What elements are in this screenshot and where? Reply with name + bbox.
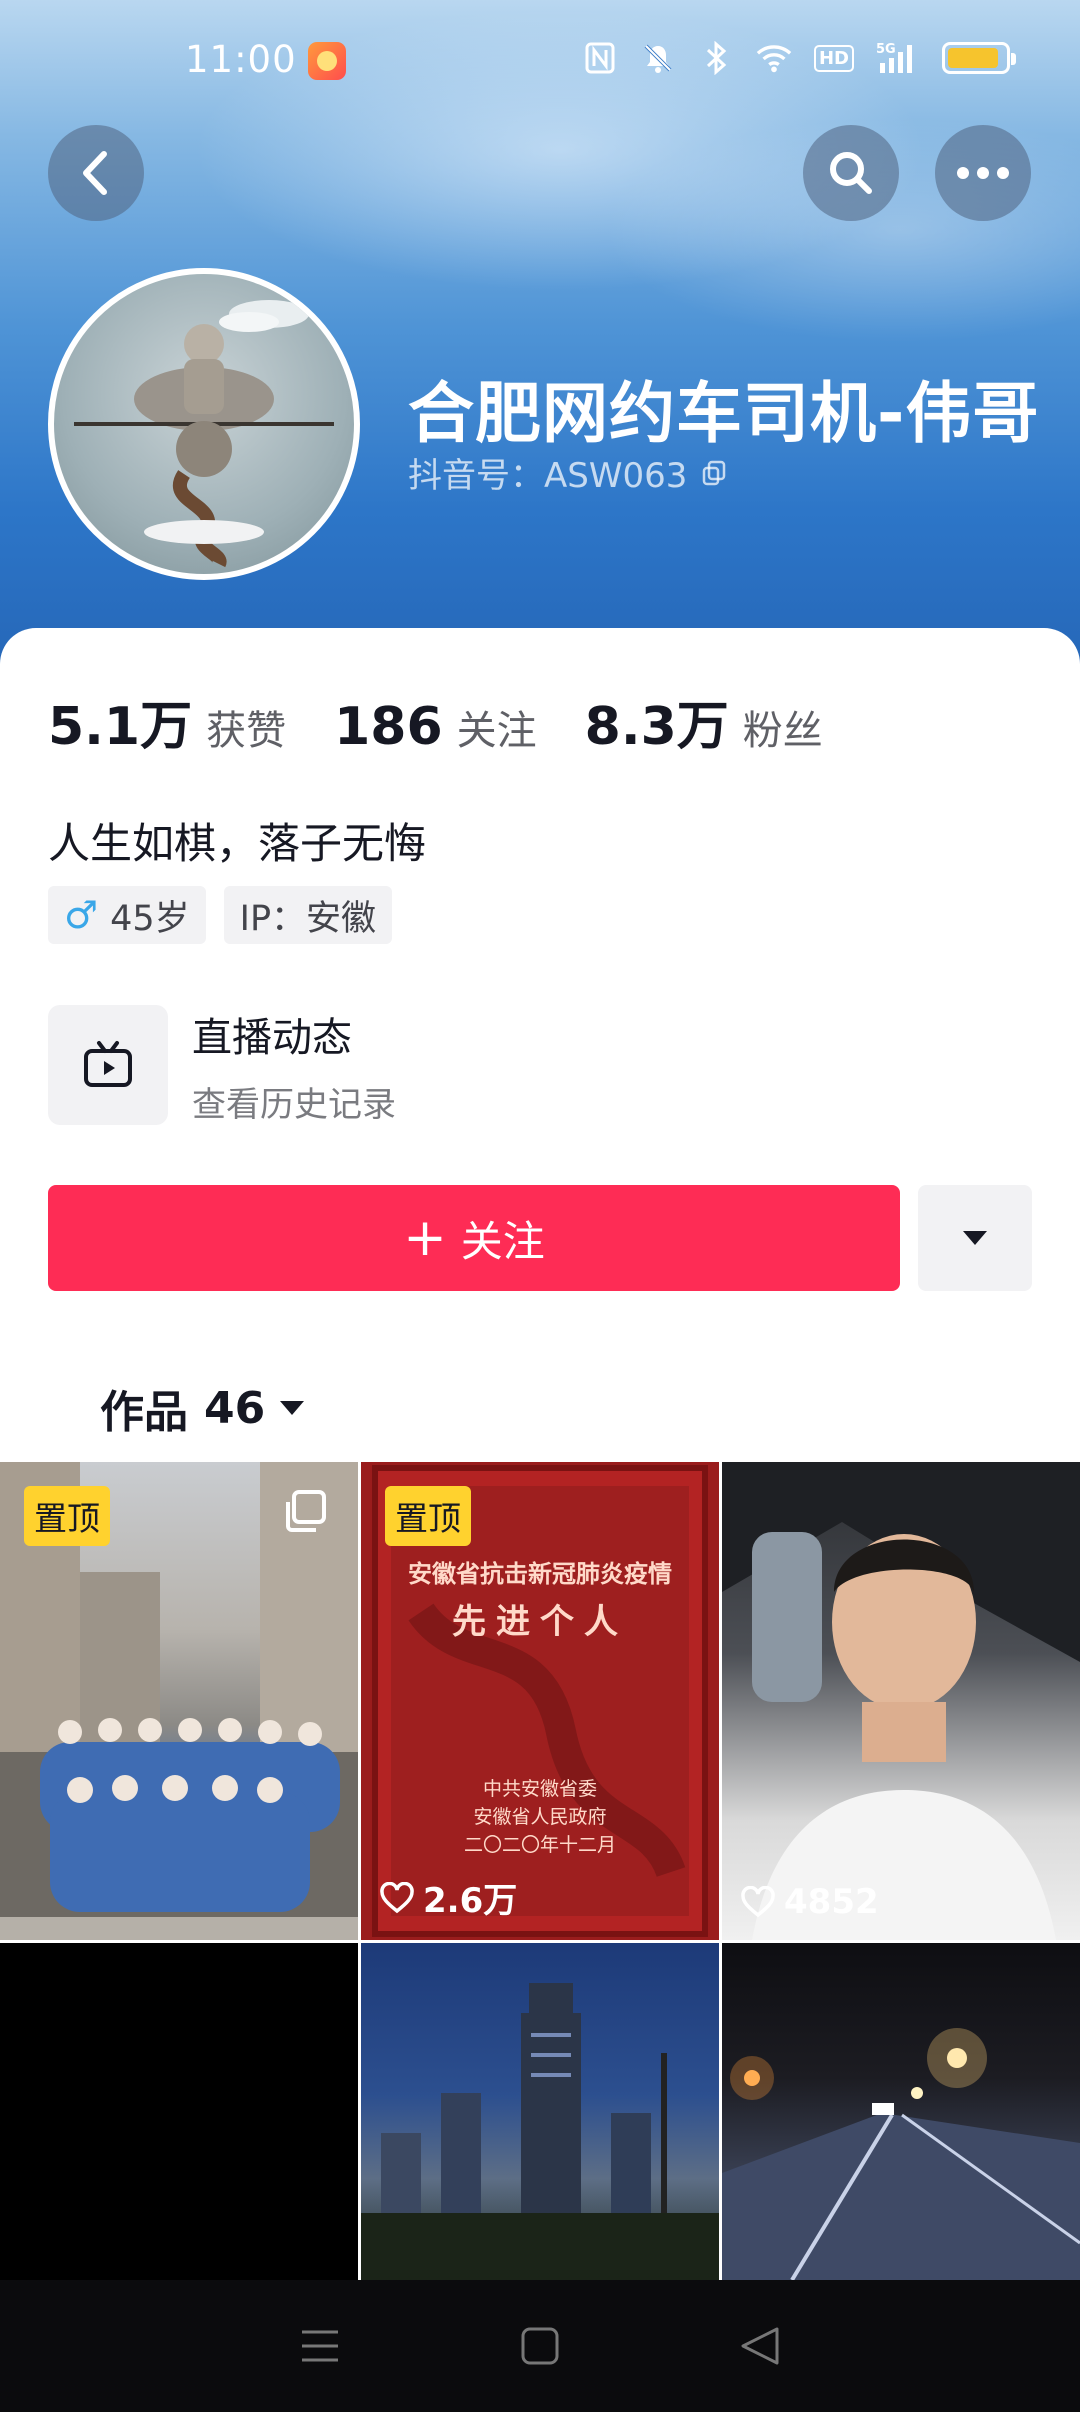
multi-image-icon [286, 1490, 326, 1532]
video-thumbnail[interactable] [0, 1943, 358, 2280]
certificate-subtitle: 先进个人 [452, 1602, 628, 1642]
nfc-icon [582, 40, 618, 76]
follow-label: 关注 [460, 1216, 545, 1266]
ip-text: IP：安徽 [239, 898, 377, 939]
stat-following[interactable]: 186 关注 [334, 697, 537, 757]
pinned-badge: 置顶 [385, 1486, 471, 1546]
system-nav-bar [0, 2280, 1080, 2412]
caret-down-icon [280, 1401, 305, 1415]
live-texts: 直播动态 查看历史记录 [192, 1005, 396, 1126]
more-button[interactable] [935, 125, 1031, 221]
stat-likes-value: 5.1万 [48, 697, 193, 757]
profile-header: 11:00 HD 5G 合肥网约车司机-伟哥 抖音号：ASW063 [0, 0, 1080, 680]
stat-likes-label: 获赞 [206, 708, 287, 754]
hd-icon: HD [813, 44, 854, 72]
certificate-issuer-2: 安徽省人民政府 [473, 1806, 607, 1828]
age-text: 45岁 [110, 898, 190, 939]
certificate-title: 安徽省抗击新冠肺炎疫情 [408, 1560, 672, 1588]
douyin-id[interactable]: 抖音号：ASW063 [408, 448, 727, 497]
search-icon [830, 152, 872, 194]
tv-icon [84, 1041, 132, 1087]
bio-text: 人生如棋，落子无悔 [48, 819, 427, 868]
chevron-left-icon [83, 151, 107, 195]
recommend-dropdown-button[interactable] [918, 1185, 1032, 1291]
live-icon-box [48, 1005, 168, 1125]
certificate-date: 二〇二〇年十二月 [463, 1834, 616, 1856]
copy-icon[interactable] [701, 460, 727, 486]
video-thumbnail[interactable]: 4852 [722, 1462, 1080, 1940]
plus-icon: + [403, 1208, 447, 1268]
live-subtitle: 查看历史记录 [192, 1084, 396, 1125]
video-likes: 4852 [740, 1882, 879, 1922]
mute-icon [640, 40, 676, 76]
more-icon [957, 167, 1009, 179]
video-likes-count: 4852 [784, 1882, 879, 1922]
app-notification-icon [308, 42, 346, 80]
battery-level [948, 48, 999, 68]
status-time: 11:00 [185, 38, 297, 81]
video-thumbnail[interactable] [361, 1943, 719, 2280]
male-icon: ♂ [64, 893, 99, 937]
home-icon[interactable] [520, 2326, 560, 2366]
nickname: 合肥网约车司机-伟哥 [408, 375, 1040, 452]
stat-followers[interactable]: 8.3万 粉丝 [585, 684, 823, 759]
age-tag: ♂ 45岁 [48, 886, 206, 944]
certificate-issuer-1: 中共安徽省委 [482, 1778, 597, 1800]
video-thumbnail[interactable] [722, 1943, 1080, 2280]
video-cover-image [361, 1983, 719, 2280]
ip-tag: IP：安徽 [223, 886, 393, 944]
video-likes: 2.6万 [379, 1873, 517, 1922]
avatar[interactable] [48, 268, 360, 580]
video-cover-image [722, 2028, 1080, 2280]
stats-row: 5.1万 获赞 186 关注 8.3万 粉丝 [48, 684, 871, 759]
battery-icon [942, 42, 1016, 74]
video-grid: 置顶 置顶 安徽省抗击新冠肺炎疫情 先进个人 中共安徽省委 安徽省人民政府 二〇… [0, 1462, 1080, 2280]
back-button[interactable] [48, 125, 144, 221]
status-bar: 11:00 HD 5G [0, 0, 1080, 125]
stat-likes[interactable]: 5.1万 获赞 [48, 684, 286, 759]
menu-icon[interactable] [299, 2327, 341, 2365]
wifi-icon [756, 40, 792, 76]
profile-tags: ♂ 45岁 IP：安徽 [48, 886, 393, 944]
pinned-badge: 置顶 [24, 1486, 110, 1546]
live-title: 直播动态 [192, 1014, 352, 1061]
search-button[interactable] [803, 125, 899, 221]
follow-button[interactable]: + 关注 [48, 1185, 900, 1291]
heart-icon [741, 1886, 775, 1918]
video-thumbnail[interactable]: 置顶 安徽省抗击新冠肺炎疫情 先进个人 中共安徽省委 安徽省人民政府 二〇二〇年… [361, 1462, 719, 1940]
bluetooth-icon [698, 40, 734, 76]
stat-followers-value: 8.3万 [584, 697, 729, 757]
caret-down-icon [963, 1231, 987, 1245]
avatar-image [74, 300, 334, 568]
works-count: 46 [204, 1382, 266, 1434]
stat-following-value: 186 [334, 697, 443, 757]
stat-followers-label: 粉丝 [742, 708, 823, 754]
status-icons: HD 5G [582, 38, 1016, 78]
back-nav-icon[interactable] [739, 2325, 781, 2367]
douyin-id-text: 抖音号：ASW063 [408, 456, 688, 496]
signal-icon: 5G [876, 40, 920, 76]
stat-following-label: 关注 [456, 708, 537, 754]
video-likes-count: 2.6万 [423, 1881, 518, 1921]
heart-icon [380, 1881, 414, 1913]
tab-works[interactable]: 作品 46 [100, 1376, 305, 1440]
svg-text:5G: 5G [876, 42, 896, 57]
video-cover-image [722, 1462, 1080, 1940]
works-label: 作品 [100, 1387, 188, 1438]
live-history-entry[interactable]: 直播动态 查看历史记录 [48, 1005, 748, 1125]
video-thumbnail[interactable]: 置顶 [0, 1462, 358, 1940]
